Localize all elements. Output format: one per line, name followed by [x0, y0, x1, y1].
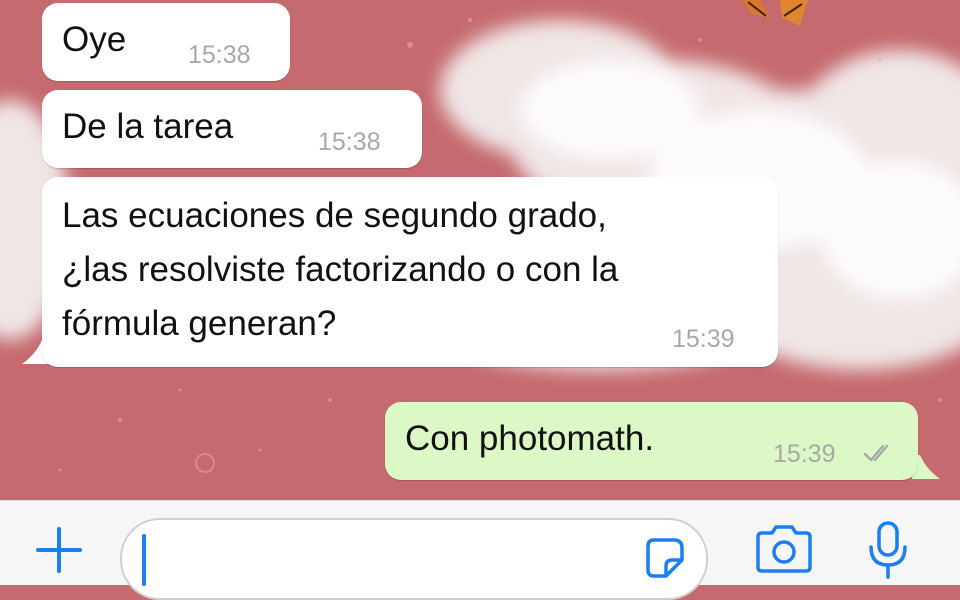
sticker-icon[interactable] [642, 536, 686, 580]
message-text-line: fórmula generan? [62, 304, 337, 343]
message-bubble-outgoing[interactable]: Con photomath. 15:39 [385, 402, 918, 480]
message-text: De la tarea [62, 107, 234, 146]
message-text: Con photomath. [405, 419, 655, 458]
composer-bar [0, 500, 960, 600]
message-input[interactable] [120, 518, 708, 600]
message-text-line: Las ecuaciones de segundo grado, [62, 196, 607, 235]
message-time: 15:39 [672, 325, 735, 353]
message-time: 15:38 [188, 41, 251, 69]
microphone-icon[interactable] [866, 519, 910, 581]
plus-icon[interactable] [32, 523, 86, 577]
text-caret [142, 534, 146, 586]
message-time: 15:39 [773, 440, 836, 468]
camera-icon[interactable] [754, 523, 814, 575]
message-bubble[interactable]: Las ecuaciones de segundo grado, ¿las re… [42, 177, 778, 367]
message-bubble[interactable]: De la tarea 15:38 [42, 90, 422, 168]
message-text-line: ¿las resolviste factorizando o con la [62, 250, 619, 289]
message-text: Oye [62, 20, 127, 59]
read-ticks-icon [863, 444, 889, 462]
message-time: 15:38 [318, 128, 381, 156]
message-bubble[interactable]: Oye 15:38 [42, 3, 290, 81]
